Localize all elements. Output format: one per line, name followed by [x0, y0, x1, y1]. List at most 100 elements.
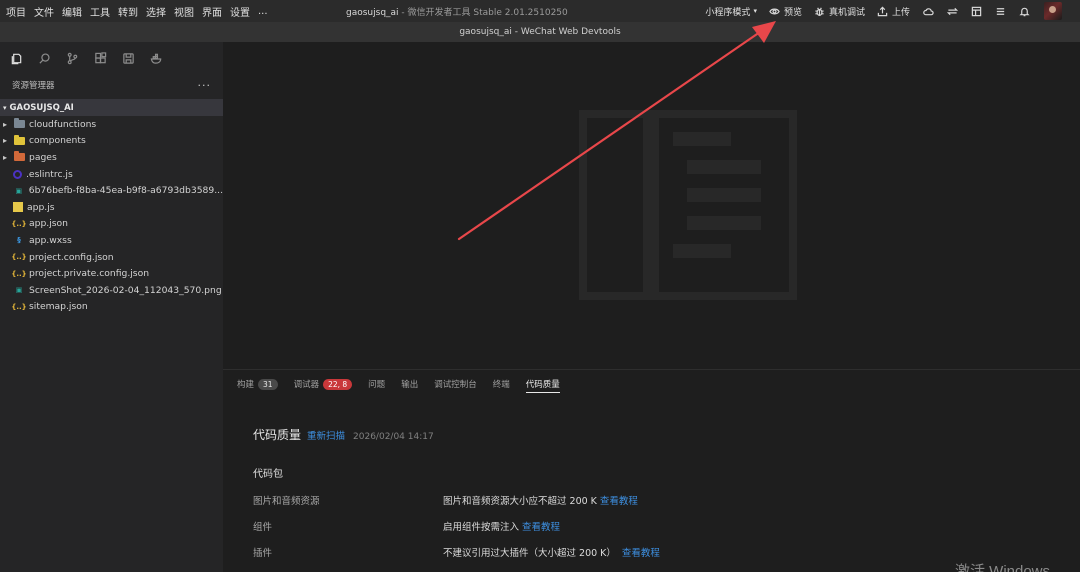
count-badge: 31	[258, 378, 278, 390]
tree-item-label: sitemap.json	[29, 301, 88, 313]
menu-project[interactable]: 项目	[0, 4, 30, 19]
rescan-link[interactable]: 重新扫描	[307, 428, 345, 442]
bell-icon	[1018, 5, 1030, 17]
menu-view[interactable]: 视图	[170, 4, 198, 19]
cloud-icon	[922, 5, 934, 17]
menu-interface[interactable]: 界面	[198, 4, 226, 19]
project-name: GAOSUJSQ_AI	[9, 102, 74, 113]
version-button[interactable]	[940, 0, 964, 22]
avatar[interactable]	[1044, 2, 1062, 20]
tree-folder[interactable]: ▸ pages	[0, 149, 223, 166]
tree-item-label: 6b76befb-f8ba-45ea-b9f8-a6793db3589...	[28, 185, 223, 197]
tab-debugger[interactable]: 调试器 22, 8	[294, 370, 353, 398]
tree-file[interactable]: ▣ ScreenShot_2026-02-04_112043_570.png	[0, 282, 223, 299]
tree-file[interactable]: .eslintrc.js	[0, 166, 223, 183]
details-button[interactable]	[964, 0, 988, 22]
report-header: 代码质量 重新扫描 2026/02/04 14:17	[253, 426, 1053, 443]
files-icon	[11, 53, 21, 64]
cloud-button[interactable]	[916, 0, 940, 22]
tutorial-link[interactable]: 查看教程	[600, 493, 638, 507]
tree-item-label: ScreenShot_2026-02-04_112043_570.png	[29, 284, 222, 296]
menu-select[interactable]: 选择	[142, 4, 170, 19]
tab-terminal[interactable]: 终端	[493, 370, 510, 398]
tree-file[interactable]: ▣ 6b76befb-f8ba-45ea-b9f8-a6793db3589...	[0, 182, 223, 199]
real-device-label: 真机调试	[828, 7, 865, 18]
menu-file[interactable]: 文件	[30, 4, 58, 19]
tab-build[interactable]: 构建 31	[237, 370, 278, 398]
docker-tab[interactable]	[144, 46, 168, 70]
tab-label: 终端	[492, 380, 510, 390]
chevron-down-icon: ▾	[3, 103, 7, 112]
tree-folder[interactable]: ▸ cloudfunctions	[0, 116, 223, 133]
folder-shape	[13, 134, 25, 145]
mode-dropdown[interactable]: 小程序模式 ▾	[699, 0, 763, 22]
notifications-button[interactable]	[1012, 0, 1036, 22]
panel-tabs: 构建 31 调试器 22, 8 问题 输出 调试控制台 终端 代码质量	[223, 370, 1080, 398]
upload-button[interactable]: 上传	[871, 0, 916, 22]
window-title: gaosujsq_ai - WeChat Web Devtools	[0, 22, 1080, 42]
real-device-debug-button[interactable]: 真机调试	[808, 0, 871, 22]
more-actions-button[interactable]: ···	[198, 79, 212, 92]
check-description: 不建议引用过大插件（大小超过 200 K）	[443, 548, 616, 559]
tree-item-label: project.private.config.json	[29, 268, 150, 280]
check-row: 图片和音频资源 图片和音频资源大小应不超过 200 K 查看教程	[253, 493, 1053, 507]
tree-file[interactable]: {..} project.private.config.json	[0, 265, 223, 282]
swap-arrows-icon	[946, 5, 958, 17]
layout-icon	[970, 5, 982, 17]
source-control-tab[interactable]	[60, 46, 84, 70]
tab-label: 输出	[401, 380, 419, 390]
menu-more[interactable]: ...	[254, 6, 272, 17]
json-file-icon: {..}	[11, 269, 27, 278]
tree-file[interactable]: {..} app.json	[0, 216, 223, 233]
json-file-icon: {..}	[11, 302, 27, 311]
tree-item-label: pages	[29, 151, 57, 163]
extensions-tab[interactable]	[88, 46, 112, 70]
tab-problems[interactable]: 问题	[368, 370, 385, 398]
chevron-right-icon: ▸	[2, 152, 7, 162]
tab-label: 问题	[368, 380, 386, 390]
preview-button[interactable]: 预览	[763, 0, 808, 22]
tree-item-label: project.config.json	[29, 251, 114, 263]
eslint-file-icon	[13, 169, 22, 179]
search-tab[interactable]	[32, 46, 56, 70]
image-file-icon: ▣	[15, 286, 23, 295]
tab-code-quality[interactable]: 代码质量	[525, 370, 560, 398]
windows-activation-watermark: 激活 Windows	[955, 563, 1051, 572]
folder-icon	[13, 151, 25, 163]
tree-item-label: app.js	[27, 201, 55, 213]
extensions-icon	[94, 51, 106, 63]
json-file-icon: {..}	[11, 219, 27, 228]
explorer-header: 资源管理器 ···	[0, 74, 223, 96]
check-label: 图片和音频资源	[253, 496, 320, 507]
folder-icon	[13, 118, 25, 130]
project-root[interactable]: ▾ GAOSUJSQ_AI	[0, 99, 223, 116]
tree-file[interactable]: app.js	[0, 199, 223, 216]
folder-icon	[13, 134, 25, 147]
tab-label: 代码质量	[525, 380, 560, 390]
menu-button[interactable]	[988, 0, 1012, 22]
tree-item-label: components	[29, 135, 86, 147]
activity-bar	[0, 42, 223, 74]
tutorial-link[interactable]: 查看教程	[522, 519, 560, 533]
tutorial-link[interactable]: 查看教程	[622, 545, 660, 559]
explorer-title: 资源管理器	[12, 81, 55, 91]
empty-editor-logo	[579, 110, 797, 300]
explorer-tab[interactable]	[4, 46, 28, 70]
tab-debug-console[interactable]: 调试控制台	[434, 370, 477, 398]
check-row: 插件 不建议引用过大插件（大小超过 200 K） 查看教程	[253, 545, 1053, 559]
eye-icon	[769, 5, 781, 17]
menu-settings[interactable]: 设置	[226, 4, 254, 19]
tab-output[interactable]: 输出	[401, 370, 418, 398]
storage-tab[interactable]	[116, 46, 140, 70]
whale-icon	[150, 53, 161, 64]
tree-file[interactable]: § app.wxss	[0, 232, 223, 249]
tree-file[interactable]: {..} project.config.json	[0, 249, 223, 266]
menu-bar: 项目 文件 编辑 工具 转到 选择 视图 界面 设置 ... gaosujsq_…	[0, 0, 1080, 22]
tree-folder[interactable]: ▸ components	[0, 133, 223, 150]
check-row: 组件 启用组件按需注入 查看教程	[253, 519, 1053, 533]
menu-edit[interactable]: 编辑	[58, 4, 86, 19]
tree-file[interactable]: {..} sitemap.json	[0, 299, 223, 316]
section-title: 代码包	[253, 469, 283, 480]
menu-goto[interactable]: 转到	[114, 4, 142, 19]
menu-tools[interactable]: 工具	[86, 4, 114, 19]
